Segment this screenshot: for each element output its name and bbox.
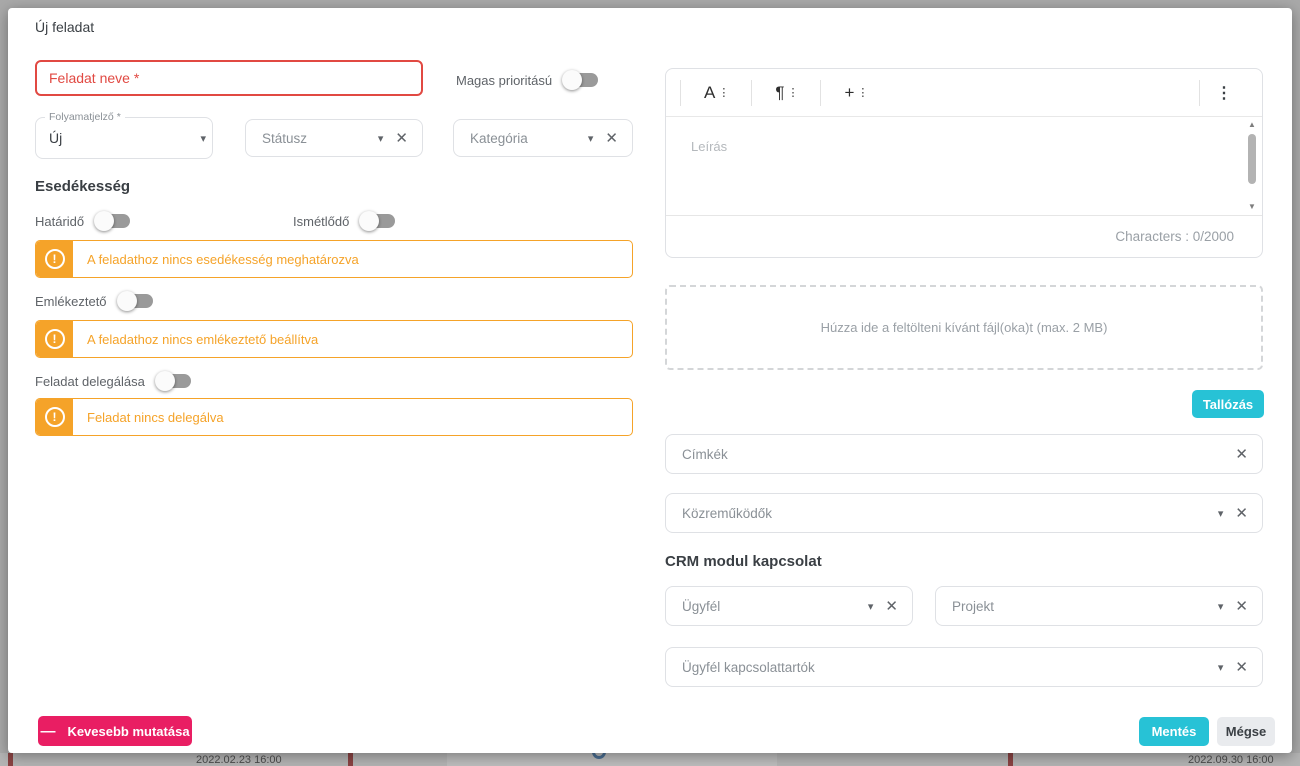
status-select-placeholder: Státusz [262,131,372,146]
background-chart-marker [1008,753,1013,766]
tags-input[interactable]: Címkék ✕ [665,434,1263,474]
more-dots-icon: ⋮ [787,86,797,99]
status-select[interactable]: Státusz ▾ ✕ [245,119,423,157]
chevron-down-icon[interactable]: ▾ [862,600,880,613]
more-dots-icon: ⋮ [718,86,728,99]
reminder-label: Emlékeztető [35,294,107,309]
chevron-down-icon[interactable]: ▾ [1212,600,1230,613]
clear-icon[interactable]: ✕ [1229,504,1254,522]
editor-toolbar: A ⋮ ¶ ⋮ + ⋮ ⋮ [666,69,1262,117]
delegate-warning-text: Feladat nincs delegálva [87,410,224,425]
customer-placeholder: Ügyfél [682,599,862,614]
warning-icon: ! [36,321,73,357]
background-chart-strip: 2022.02.23 16:00 2022.09.30 16:00 [0,753,1300,766]
editor-content-area[interactable]: Leírás ▲ ▼ [666,117,1262,215]
task-name-input[interactable]: Feladat neve * [35,60,423,96]
contributors-placeholder: Közreműködők [682,506,1212,521]
deadline-toggle[interactable] [94,211,131,231]
browse-button[interactable]: Tallózás [1192,390,1264,418]
kebab-menu-icon[interactable]: ⋮ [1200,83,1248,103]
editor-scrollbar[interactable]: ▲ ▼ [1246,121,1258,211]
toggle-knob [94,211,114,231]
category-select-placeholder: Kategória [470,131,582,146]
scrollbar-thumb[interactable] [1248,134,1256,184]
character-counter: Characters : 0/2000 [666,215,1262,257]
warning-icon: ! [36,241,73,277]
reminder-warning-alert: ! A feladathoz nincs emlékeztető beállít… [35,320,633,358]
toggle-knob [155,371,175,391]
contributors-select[interactable]: Közreműködők ▾ ✕ [665,493,1263,533]
category-select[interactable]: Kategória ▾ ✕ [453,119,633,157]
toggle-knob [117,291,137,311]
show-less-button[interactable]: — Kevesebb mutatása [38,716,192,746]
new-task-modal: Új feladat Feladat neve * Magas prioritá… [8,8,1292,753]
high-priority-row: Magas prioritású [456,70,599,90]
customer-contacts-select[interactable]: Ügyfél kapcsolattartók ▾ ✕ [665,647,1263,687]
background-date-left: 2022.02.23 16:00 [196,754,282,766]
progress-select-label: Folyamatjelző * [45,111,125,123]
description-editor: A ⋮ ¶ ⋮ + ⋮ ⋮ Leírás [665,68,1263,258]
warning-icon: ! [36,399,73,435]
recurring-toggle[interactable] [359,211,396,231]
task-name-placeholder: Feladat neve * [49,70,139,86]
due-warning-alert: ! A feladathoz nincs esedékesség meghatá… [35,240,633,278]
background-chart-panel [447,753,777,766]
paragraph-group-button[interactable]: ¶ ⋮ [752,84,820,101]
recurring-row: Ismétlődő [293,211,396,231]
high-priority-label: Magas prioritású [456,73,552,88]
show-less-label: Kevesebb mutatása [67,724,189,739]
deadline-row: Határidő [35,211,131,231]
clear-icon[interactable]: ✕ [599,129,624,147]
high-priority-toggle[interactable] [562,70,599,90]
modal-title: Új feladat [35,19,94,35]
delegate-label: Feladat delegálása [35,374,145,389]
due-warning-text: A feladathoz nincs esedékesség meghatáro… [87,252,359,267]
deadline-label: Határidő [35,214,84,229]
save-button[interactable]: Mentés [1139,717,1209,746]
toolbar-more-group: ⋮ [1199,80,1248,106]
editor-placeholder: Leírás [691,139,727,154]
tags-placeholder: Címkék [682,447,1229,462]
clear-icon[interactable]: ✕ [1229,658,1254,676]
clear-icon[interactable]: ✕ [879,597,904,615]
file-dropzone[interactable]: Húzza ide a feltölteni kívánt fájl(oka)t… [665,285,1263,370]
progress-select[interactable]: Folyamatjelző * Új ▾ [35,117,213,159]
toggle-knob [359,211,379,231]
customer-select[interactable]: Ügyfél ▾ ✕ [665,586,913,626]
crm-section-heading: CRM modul kapcsolat [665,553,822,570]
progress-select-value: Új [49,130,194,146]
background-date-right: 2022.09.30 16:00 [1188,754,1274,766]
due-section-heading: Esedékesség [35,178,130,195]
font-group-button[interactable]: A ⋮ [681,84,751,101]
delegate-row: Feladat delegálása [35,371,192,391]
reminder-toggle[interactable] [117,291,154,311]
reminder-row: Emlékeztető [35,291,154,311]
delegate-toggle[interactable] [155,371,192,391]
clear-icon[interactable]: ✕ [1229,445,1254,463]
page-background: 2022.02.23 16:00 2022.09.30 16:00 Új fel… [0,0,1300,766]
chevron-down-icon[interactable]: ▾ [372,132,390,145]
chevron-down-icon[interactable]: ▾ [1212,507,1230,520]
chevron-down-icon[interactable]: ▾ [194,132,212,145]
more-dots-icon: ⋮ [857,86,867,99]
dropzone-text: Húzza ide a feltölteni kívánt fájl(oka)t… [821,320,1108,335]
insert-group-button[interactable]: + ⋮ [821,84,890,101]
cancel-button[interactable]: Mégse [1217,717,1275,746]
scroll-up-icon[interactable]: ▲ [1246,121,1258,129]
minus-icon: — [40,724,55,739]
background-chart-marker [348,753,353,766]
toggle-knob [562,70,582,90]
scroll-down-icon[interactable]: ▼ [1246,203,1258,211]
delegate-warning-alert: ! Feladat nincs delegálva [35,398,633,436]
project-select[interactable]: Projekt ▾ ✕ [935,586,1263,626]
customer-contacts-placeholder: Ügyfél kapcsolattartók [682,660,1212,675]
clear-icon[interactable]: ✕ [389,129,414,147]
recurring-label: Ismétlődő [293,214,349,229]
clear-icon[interactable]: ✕ [1229,597,1254,615]
project-placeholder: Projekt [952,599,1212,614]
chevron-down-icon[interactable]: ▾ [582,132,600,145]
background-chart-marker [8,753,13,766]
chevron-down-icon[interactable]: ▾ [1212,661,1230,674]
reminder-warning-text: A feladathoz nincs emlékeztető beállítva [87,332,318,347]
